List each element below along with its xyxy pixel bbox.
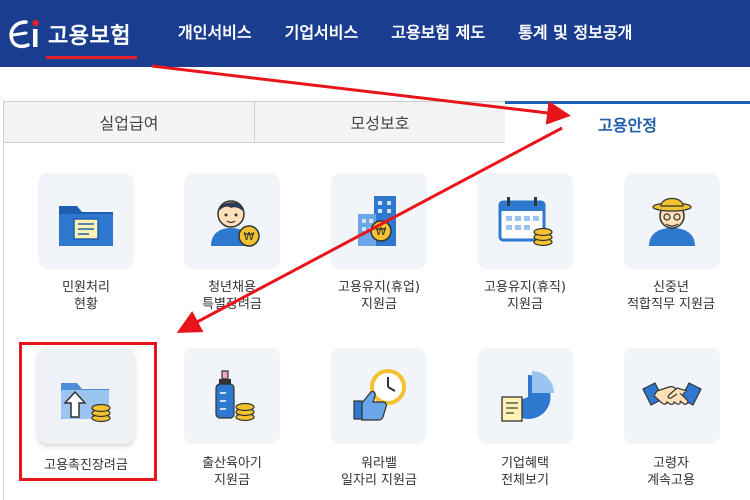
- service-label: 민원처리 현황: [11, 279, 161, 313]
- pie-chart-document-icon: [501, 371, 554, 422]
- service-label-line: 고령자: [653, 456, 689, 471]
- ei-logo-icon: [9, 19, 39, 49]
- service-tile-elderly-employment[interactable]: [624, 348, 720, 444]
- service-label-line: 적합직무 지원금: [627, 297, 715, 312]
- handshake-icon: [642, 382, 702, 406]
- building-won-icon: ₩: [358, 196, 396, 246]
- svg-text:₩: ₩: [376, 225, 387, 238]
- service-label: 워라밸 일자리 지원금: [304, 455, 454, 489]
- service-label: 고령자 계속고용: [596, 455, 746, 489]
- tab-bar: 실업급여 모성보호 고용안정: [3, 101, 750, 143]
- tab-employment-stability[interactable]: 고용안정: [505, 101, 750, 143]
- young-person-won-icon: ₩: [211, 200, 260, 247]
- folder-document-icon: [59, 206, 113, 246]
- service-tile-work-life-balance[interactable]: [331, 348, 427, 444]
- service-label-line: 현황: [74, 297, 98, 312]
- logo[interactable]: 고용보험: [6, 12, 137, 59]
- service-label-line: 청년채용: [208, 280, 256, 295]
- service-label: 기업혜택 전체보기: [450, 455, 600, 489]
- service-label: 고용유지(휴직) 지원금: [450, 279, 600, 313]
- service-tile-childcare[interactable]: [184, 348, 280, 444]
- service-tile-youth-hiring[interactable]: ₩: [184, 173, 280, 269]
- service-tile-retention-leave[interactable]: ₩: [331, 173, 427, 269]
- tab-maternity-protection[interactable]: 모성보호: [254, 101, 506, 143]
- service-label-line: 워라밸: [361, 456, 397, 471]
- service-label-line: 민원처리: [62, 280, 110, 295]
- tab-unemployment-benefit[interactable]: 실업급여: [3, 101, 255, 143]
- service-label-line: 특별장려금: [202, 297, 262, 312]
- service-label: 고용유지(휴업) 지원금: [304, 279, 454, 313]
- senior-person-icon: [649, 197, 695, 246]
- highlight-box: [19, 342, 157, 481]
- content-border: [3, 142, 4, 500]
- service-label-line: 기업혜택: [501, 456, 549, 471]
- service-label-line: 일자리 지원금: [341, 473, 417, 488]
- calendar-coins-icon: [498, 197, 553, 247]
- top-header: 고용보험 개인서비스 기업서비스 고용보험 제도 통계 및 정보공개: [0, 0, 750, 67]
- service-label-line: 전체보기: [501, 473, 549, 488]
- service-label: 신중년 적합직무 지원금: [596, 279, 746, 313]
- nav-insurance-system[interactable]: 고용보험 제도: [391, 19, 485, 43]
- service-label-line: 계속고용: [647, 473, 695, 488]
- nav-business-service[interactable]: 기업서비스: [285, 19, 359, 43]
- main-nav: 개인서비스 기업서비스 고용보험 제도 통계 및 정보공개: [178, 19, 665, 43]
- service-tile-retention-furlough[interactable]: [477, 173, 573, 269]
- service-label-line: 지원금: [214, 473, 250, 488]
- thumbs-up-clock-icon: [353, 369, 406, 421]
- nav-statistics[interactable]: 통계 및 정보공개: [518, 19, 632, 43]
- logo-title: 고용보험: [46, 18, 137, 59]
- nav-personal-service[interactable]: 개인서비스: [178, 19, 252, 43]
- service-tile-business-benefits[interactable]: [477, 348, 573, 444]
- service-tile-complaint-status[interactable]: [38, 173, 134, 269]
- service-label: 청년채용 특별장려금: [157, 279, 307, 313]
- service-tile-senior-job[interactable]: [624, 173, 720, 269]
- svg-text:₩: ₩: [244, 230, 255, 243]
- service-label-line: 지원금: [361, 297, 397, 312]
- service-label-line: 신중년: [653, 280, 689, 295]
- service-label-line: 출산육아기: [202, 456, 262, 471]
- service-label: 출산육아기 지원금: [157, 455, 307, 489]
- service-label-line: 고용유지(휴업): [338, 280, 420, 295]
- service-label-line: 고용유지(휴직): [484, 280, 566, 295]
- baby-bottle-coins-icon: [215, 370, 255, 422]
- service-label-line: 지원금: [507, 297, 543, 312]
